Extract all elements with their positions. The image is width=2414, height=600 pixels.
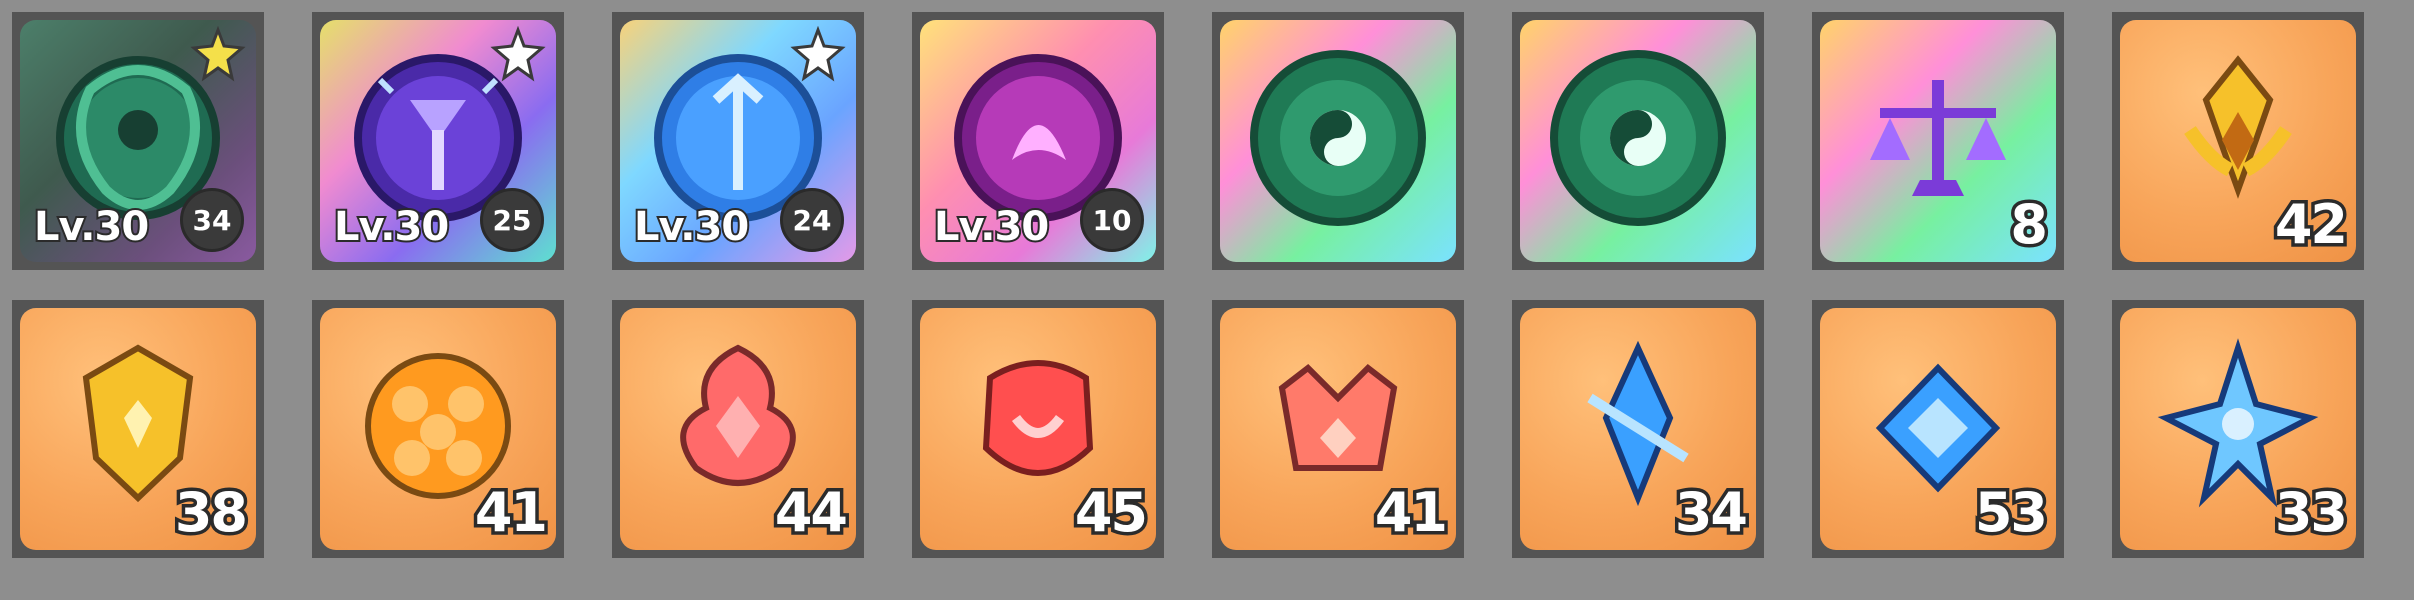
star-badge-icon: [490, 26, 546, 82]
inventory-slot[interactable]: 8: [1812, 12, 2064, 270]
inventory-slot[interactable]: 53: [1812, 300, 2064, 558]
item-count: 41: [1371, 478, 1451, 548]
gold-shield-card: 38: [20, 308, 256, 550]
blue-crystal-card: 34: [1520, 308, 1756, 550]
orb-yin-yang-card: [1220, 20, 1456, 262]
inventory-slot[interactable]: 41: [1212, 300, 1464, 558]
item-count: 8: [2007, 190, 2051, 260]
orb-yin-yang-card: [1520, 20, 1756, 262]
inventory-slot[interactable]: Lv.30 24: [612, 12, 864, 270]
inventory-slot[interactable]: Lv.30 10: [912, 12, 1164, 270]
inventory-slot[interactable]: 42: [2112, 12, 2364, 270]
red-guard-card: 45: [920, 308, 1156, 550]
rank-badge: 24: [780, 188, 844, 252]
gold-emblem-card: 42: [2120, 20, 2356, 262]
yin-yang-orb-icon: [1250, 50, 1426, 226]
level-label: Lv.30: [32, 202, 151, 252]
orb-pink-card: Lv.30 10: [920, 20, 1156, 262]
item-count: 44: [771, 478, 851, 548]
item-count: 34: [1671, 478, 1751, 548]
inventory-slot[interactable]: 44: [612, 300, 864, 558]
inventory-slot[interactable]: 34: [1512, 300, 1764, 558]
item-count: 45: [1071, 478, 1151, 548]
salmon-crown-card: 41: [1220, 308, 1456, 550]
item-count: 53: [1971, 478, 2051, 548]
inventory-slot[interactable]: [1212, 12, 1464, 270]
inventory-grid: Lv.30 34 Lv.30 25 Lv.30 24 Lv.30 10 8 42…: [0, 0, 2414, 600]
item-count: 42: [2271, 190, 2351, 260]
orb-blue-card: Lv.30 24: [620, 20, 856, 262]
rank-badge: 34: [180, 188, 244, 252]
inventory-slot[interactable]: 45: [912, 300, 1164, 558]
level-label: Lv.30: [632, 202, 751, 252]
inventory-slot[interactable]: 38: [12, 300, 264, 558]
item-count: 41: [471, 478, 551, 548]
blue-orb-shard-card: 53: [1820, 308, 2056, 550]
orange-flower-card: 41: [320, 308, 556, 550]
inventory-slot[interactable]: Lv.30 34: [12, 12, 264, 270]
ice-star-card: 33: [2120, 308, 2356, 550]
item-count: 33: [2271, 478, 2351, 548]
inventory-slot[interactable]: 41: [312, 300, 564, 558]
orb-dragon-card: Lv.30 34: [20, 20, 256, 262]
libra-card: 8: [1820, 20, 2056, 262]
rank-badge: 10: [1080, 188, 1144, 252]
level-label: Lv.30: [332, 202, 451, 252]
yin-yang-orb-icon: [1550, 50, 1726, 226]
item-count: 38: [171, 478, 251, 548]
level-label: Lv.30: [932, 202, 1051, 252]
rank-badge: 25: [480, 188, 544, 252]
star-badge-icon: [790, 26, 846, 82]
orb-purple-card: Lv.30 25: [320, 20, 556, 262]
inventory-slot[interactable]: 33: [2112, 300, 2364, 558]
inventory-slot[interactable]: Lv.30 25: [312, 12, 564, 270]
inventory-slot[interactable]: [1512, 12, 1764, 270]
red-crest-card: 44: [620, 308, 856, 550]
star-badge-icon: [190, 26, 246, 82]
